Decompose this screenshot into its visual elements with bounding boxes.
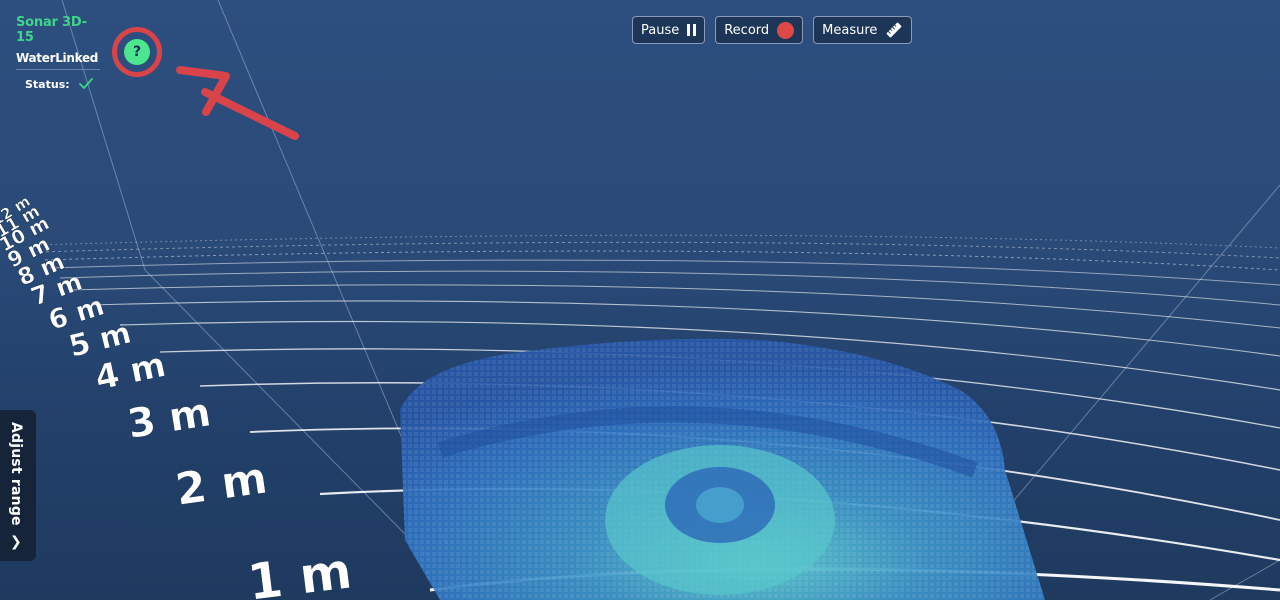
measure-button[interactable]: Measure	[813, 16, 913, 44]
sonar-3d-view[interactable]: 1 m 2 m 3 m 4 m 5 m 6 m 7 m 8 m 9 m 10 m…	[0, 0, 1280, 600]
divider	[16, 69, 100, 70]
status-row: Status:	[16, 76, 100, 92]
record-dot-icon	[777, 21, 795, 39]
check-icon	[78, 78, 93, 89]
ruler-icon	[885, 21, 903, 39]
range-label: 1 m	[244, 542, 355, 600]
toolbar: Pause Record Measure	[632, 16, 913, 44]
sonar-point-cloud	[400, 338, 1045, 600]
measure-button-label: Measure	[822, 22, 878, 38]
adjust-range-label: Adjust range	[8, 422, 24, 526]
pause-button[interactable]: Pause	[632, 16, 706, 44]
annotation-arrow	[176, 66, 299, 140]
status-label: Status:	[25, 77, 70, 91]
help-icon[interactable]: ?	[124, 39, 150, 65]
pause-button-label: Pause	[641, 22, 680, 38]
record-button[interactable]: Record	[715, 16, 804, 44]
pause-icon	[687, 24, 697, 36]
brand-panel: Sonar 3D-15 WaterLinked Status:	[16, 15, 100, 92]
chevron-right-icon: ❯	[10, 534, 22, 550]
range-label: 3 m	[124, 389, 214, 447]
adjust-range-tab[interactable]: Adjust range ❯	[0, 410, 36, 561]
record-button-label: Record	[724, 22, 770, 38]
company-logo: WaterLinked	[16, 51, 99, 65]
product-name: Sonar 3D-15	[16, 15, 87, 45]
help-highlight-ring: ?	[112, 27, 162, 77]
range-label: 2 m	[172, 453, 270, 516]
range-labels: 1 m 2 m 3 m 4 m 5 m 6 m 7 m 8 m 9 m 10 m…	[0, 192, 355, 600]
